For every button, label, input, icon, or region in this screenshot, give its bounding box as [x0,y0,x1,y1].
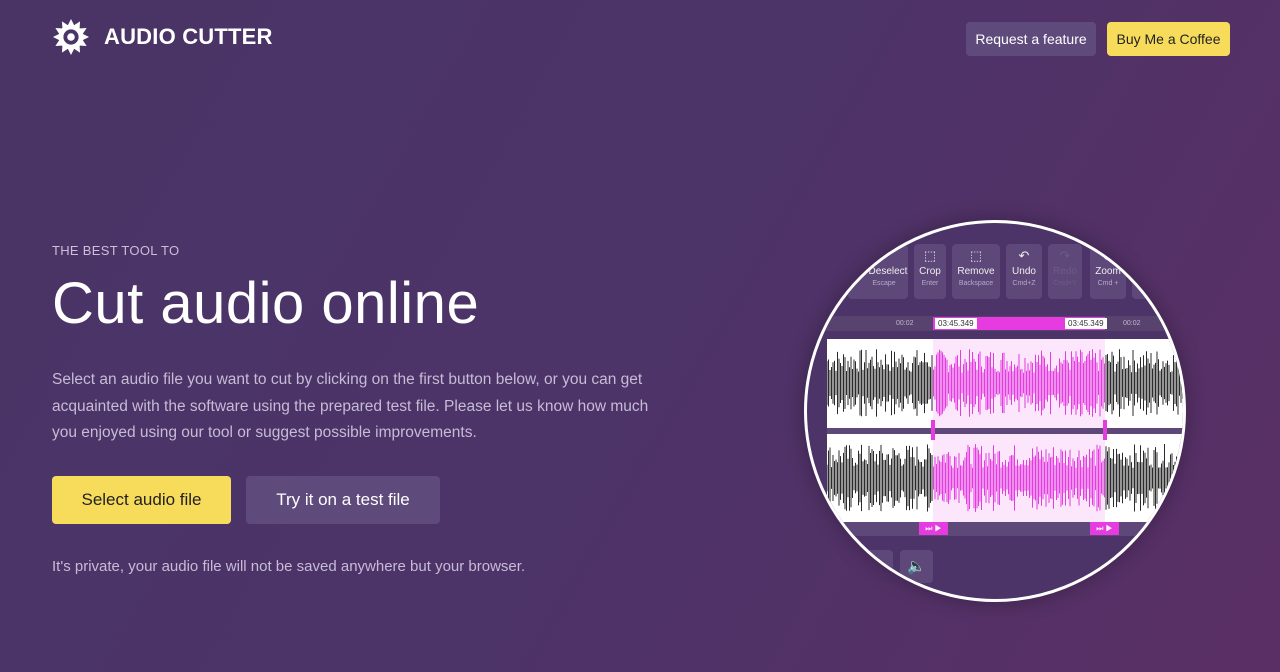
privacy-note: It's private, your audio file will not b… [52,558,526,575]
page-title: Cut audio online [52,271,480,336]
toolbar-crop: ⬚ Crop Enter [914,244,946,299]
select-audio-file-button[interactable]: Select audio file [52,476,231,524]
label: Deselect [868,266,908,277]
toolbar-zoom: ⊕ Zoom Cmd + [1090,244,1126,299]
toolbar-redo: ↷ Redo Cmd+Y [1048,244,1082,299]
label: Crop [919,266,941,277]
tick-label: 00:02 [896,320,914,327]
toolbar-remove: ⬚ Remove Backspace [952,244,1000,299]
selection-end-handle[interactable] [1103,420,1107,440]
crop-icon: ⬚ [923,248,937,263]
shortcut: Backspace [958,280,994,287]
play-button[interactable] [858,550,893,583]
label: Undo [1012,266,1036,277]
shortcut: Cmd + [1097,280,1119,287]
play-from-start-button[interactable]: ⏭ ▶ [919,522,948,535]
label: Redo [1053,266,1077,277]
shortcut: Cmd+Y [1053,280,1077,287]
tick-label: 00:02 [1123,320,1141,327]
selection-start-time: 03:45.349 [935,318,977,329]
label: Zoom [1095,266,1121,277]
request-feature-button[interactable]: Request a feature [966,22,1096,56]
remove-icon: ⬚ [969,248,983,263]
shortcut: Cmd+Z [1012,280,1036,287]
volume-icon[interactable]: 🔈 [900,550,933,583]
buy-coffee-button[interactable]: Buy Me a Coffee [1107,22,1230,56]
editor-preview: ⊘ Deselect Escape ⬚ Crop Enter ⬚ Remove Backsp… [804,220,1186,602]
undo-icon: ↶ [1018,248,1030,263]
label: Remove [957,266,995,277]
saw-blade-icon [52,18,90,56]
toolbar-more [1132,244,1172,299]
description: Select an audio file you want to cut by … [52,371,649,441]
shortcut: Escape [872,280,896,287]
deselect-icon: ⊘ [872,248,884,263]
play-from-end-button[interactable]: ⏭ ▶ [1090,522,1119,535]
shortcut: Enter [921,280,939,287]
timeline-footer [818,522,1183,536]
toolbar-undo: ↶ Undo Cmd+Z [1006,244,1042,299]
channel-divider [827,428,1183,434]
eyebrow: THE BEST TOOL TO [52,243,180,258]
selection-end-time: 03:45.349 [1065,318,1107,329]
logo[interactable]: AUDIO CUTTER [52,18,273,56]
selection-start-handle[interactable] [931,420,935,440]
brand-name: AUDIO CUTTER [104,24,273,49]
try-test-file-button[interactable]: Try it on a test file [246,476,440,524]
toolbar-deselect: ⊘ Deselect Escape [848,244,908,299]
redo-icon: ↷ [1059,248,1071,263]
zoom-icon: ⊕ [1102,248,1114,263]
